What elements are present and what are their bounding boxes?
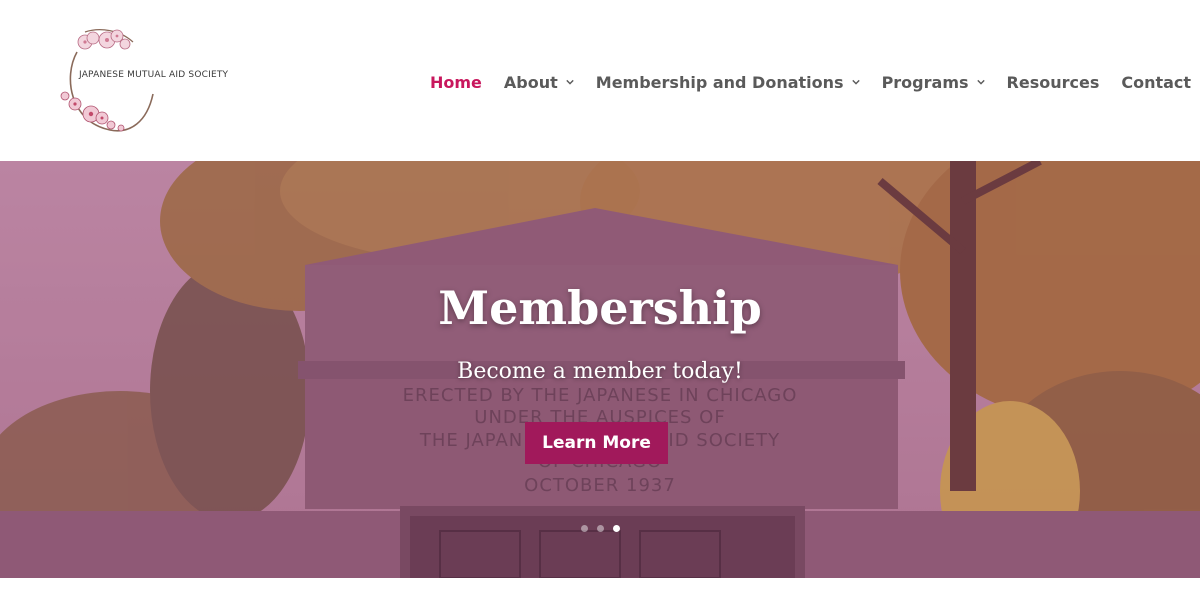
hero-title: Membership <box>438 281 762 335</box>
site-logo[interactable]: JAPANESE MUTUAL AID SOCIETY <box>55 22 229 140</box>
chevron-down-icon <box>851 79 860 85</box>
nav-item-contact[interactable]: Contact <box>1121 73 1191 92</box>
nav-item-programs[interactable]: Programs <box>882 73 985 92</box>
slider-dot-3[interactable] <box>612 525 620 532</box>
slider-dot-1[interactable] <box>580 525 588 532</box>
chevron-down-icon <box>976 79 985 85</box>
nav-item-membership[interactable]: Membership and Donations <box>596 73 860 92</box>
slider-dot-2[interactable] <box>596 525 604 532</box>
slider-pagination <box>0 525 1200 532</box>
nav-item-about[interactable]: About <box>504 73 574 92</box>
nav-item-label: Home <box>430 72 482 92</box>
page-content-start <box>0 578 1200 600</box>
nav-item-label: Programs <box>881 72 969 92</box>
site-header: JAPANESE MUTUAL AID SOCIETY Home About M… <box>0 0 1200 161</box>
chevron-down-icon <box>566 79 574 85</box>
nav-item-label: Resources <box>1006 72 1100 92</box>
cherry-blossom-icon <box>60 29 154 132</box>
nav-item-home[interactable]: Home <box>430 73 482 92</box>
hero-slider: ERECTED BY THE JAPANESE IN CHICAGO UNDER… <box>0 161 1200 578</box>
nav-item-label: Contact <box>1121 72 1192 92</box>
main-nav: Home About Membership and Donations Prog… <box>430 70 1191 94</box>
hero-subtitle: Become a member today! <box>457 359 743 384</box>
logo-text: JAPANESE MUTUAL AID SOCIETY <box>79 70 229 80</box>
learn-more-button[interactable]: Learn More <box>525 422 668 464</box>
nav-item-label: About <box>503 72 558 92</box>
nav-item-resources[interactable]: Resources <box>1007 73 1100 92</box>
nav-item-label: Membership and Donations <box>595 72 844 92</box>
